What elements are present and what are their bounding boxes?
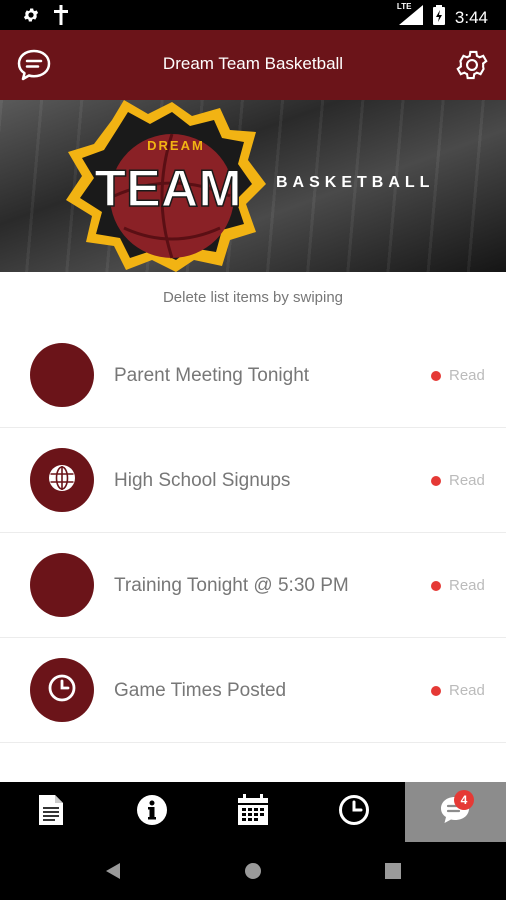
- banner-basketball-text: BASKETBALL: [276, 174, 435, 191]
- app-bar: Dream Team Basketball: [0, 30, 506, 100]
- calendar-icon: [237, 793, 269, 831]
- message-title: Game Times Posted: [114, 680, 287, 701]
- info-icon: [136, 794, 168, 831]
- tab-documents[interactable]: [0, 782, 101, 842]
- message-avatar: [30, 343, 94, 407]
- document-icon: [38, 794, 63, 830]
- cross-icon: [54, 5, 68, 30]
- read-status: Read: [449, 682, 485, 699]
- unread-count-badge: 4: [453, 790, 474, 810]
- clock-time: 3:44: [454, 7, 488, 27]
- system-navigation-bar: [0, 842, 506, 900]
- read-status: Read: [449, 577, 485, 594]
- unread-dot: [431, 371, 441, 381]
- unread-dot: [431, 686, 441, 696]
- message-avatar: [30, 448, 94, 512]
- team-logo: DREAM TEAM: [52, 100, 272, 272]
- battery-icon: [432, 5, 445, 30]
- read-status: Read: [449, 472, 485, 489]
- message-title: Parent Meeting Tonight: [114, 365, 310, 386]
- unread-dot: [431, 476, 441, 486]
- recents-icon[interactable]: [385, 863, 401, 884]
- tab-messages[interactable]: 4: [404, 782, 506, 842]
- app-title: Dream Team Basketball: [162, 54, 344, 73]
- bottom-tab-bar: 4: [0, 782, 506, 842]
- swipe-hint: Delete list items by swiping: [162, 289, 344, 306]
- message-title: Training Tonight @ 5:30 PM: [114, 575, 349, 596]
- header-banner: DREAM TEAM BASKETBALL: [0, 100, 506, 272]
- back-icon[interactable]: [104, 862, 122, 885]
- list-item[interactable]: Game Times Posted Read: [0, 638, 506, 743]
- logo-team-text: TEAM: [94, 160, 241, 218]
- tab-info[interactable]: [101, 782, 202, 842]
- clock-icon: [47, 673, 77, 708]
- globe-icon: [47, 463, 77, 498]
- message-title: High School Signups: [114, 470, 291, 491]
- message-avatar: [30, 553, 94, 617]
- tab-calendar[interactable]: [202, 782, 303, 842]
- logo-dream-text: DREAM: [147, 138, 205, 153]
- home-icon[interactable]: [244, 862, 262, 885]
- list-item[interactable]: Parent Meeting Tonight Read: [0, 323, 506, 428]
- tab-schedule[interactable]: [304, 782, 405, 842]
- message-list: Parent Meeting Tonight Read High School …: [0, 323, 506, 743]
- clock-icon: [338, 794, 370, 831]
- read-status: Read: [449, 367, 485, 384]
- settings-gear-icon: [22, 6, 40, 29]
- message-avatar: [30, 658, 94, 722]
- settings-button[interactable]: [454, 47, 490, 83]
- gear-icon: [454, 50, 490, 87]
- signal-icon: LTE: [396, 2, 423, 30]
- unread-dot: [431, 581, 441, 591]
- list-item[interactable]: Training Tonight @ 5:30 PM Read: [0, 533, 506, 638]
- status-bar: LTE 3:44: [0, 0, 506, 30]
- network-type-label: LTE: [396, 2, 412, 11]
- list-item[interactable]: High School Signups Read: [0, 428, 506, 533]
